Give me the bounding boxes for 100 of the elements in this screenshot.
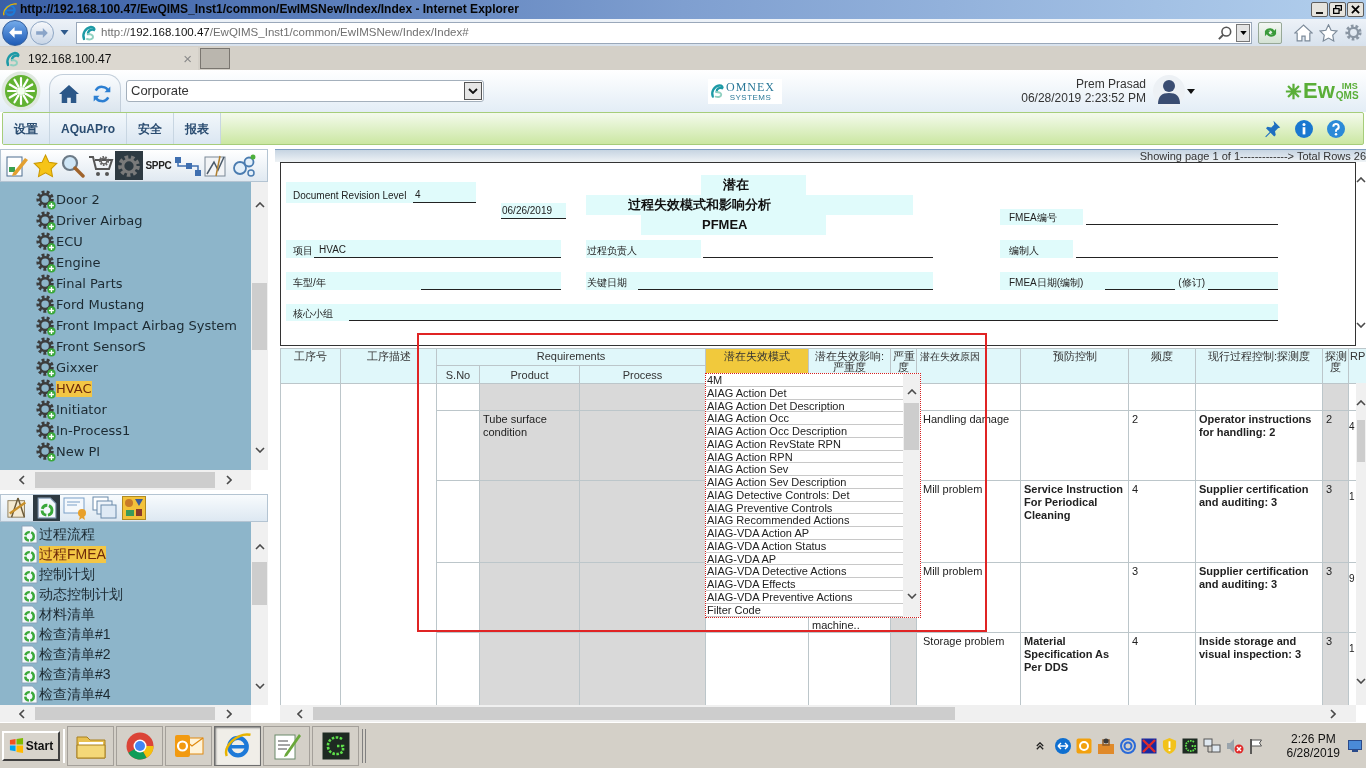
chevron-down-icon[interactable] xyxy=(1356,322,1366,328)
document-type-button[interactable] xyxy=(120,495,147,521)
column-header[interactable]: 频度 xyxy=(1128,348,1196,384)
close-button[interactable] xyxy=(1347,2,1364,17)
list-option[interactable]: AIAG-VDA Action Status xyxy=(706,539,903,553)
list-option[interactable]: AIAG Action Occ xyxy=(706,412,903,426)
tree-item[interactable]: Final Parts xyxy=(56,275,123,292)
menu-item[interactable]: AQuAPro xyxy=(50,113,127,144)
vertical-scrollbar[interactable] xyxy=(903,374,920,617)
chevron-left-icon[interactable] xyxy=(19,708,25,719)
list-option[interactable]: AIAG Action Det xyxy=(706,386,903,400)
list-option[interactable]: 4M xyxy=(706,374,903,387)
list-option[interactable]: AIAG-VDA Detective Actions xyxy=(706,565,903,579)
home-icon[interactable] xyxy=(1294,23,1313,42)
refresh-icon[interactable] xyxy=(92,83,112,104)
input-field[interactable]: HVAC xyxy=(314,243,561,258)
document-item[interactable]: 过程流程 xyxy=(39,525,95,543)
document-item[interactable]: 控制计划 xyxy=(39,565,95,583)
address-dropdown-button[interactable] xyxy=(1236,23,1250,42)
minimize-button[interactable] xyxy=(1311,2,1328,17)
column-header[interactable]: 探测度 xyxy=(1322,348,1349,384)
menu-item[interactable]: 报表 xyxy=(174,113,221,144)
list-option[interactable]: AIAG Action Sev xyxy=(706,463,903,477)
column-header[interactable]: 预防控制 xyxy=(1020,348,1129,384)
list-option[interactable]: AIAG Action Occ Description xyxy=(706,425,903,438)
document-type-button[interactable] xyxy=(33,495,60,521)
scrollbar-thumb[interactable] xyxy=(904,403,919,450)
horizontal-scrollbar[interactable] xyxy=(280,705,1356,722)
list-option[interactable]: AIAG-VDA AP xyxy=(706,552,903,566)
column-header[interactable]: 工序描述 xyxy=(340,348,437,384)
address-field[interactable]: http://192.168.100.47/EwQIMS_Inst1/common/EwIMSNew/Index/Index# xyxy=(76,21,1252,44)
list-option[interactable]: AIAG Action Det Description xyxy=(706,399,903,413)
chevron-down-icon[interactable] xyxy=(1356,678,1366,684)
restore-button[interactable] xyxy=(1329,2,1346,17)
info-icon[interactable] xyxy=(1295,119,1313,138)
column-header[interactable]: 现行过程控制:探测度 xyxy=(1195,348,1323,384)
tree-item[interactable]: Initiator xyxy=(56,401,107,418)
scrollbar-thumb[interactable] xyxy=(1357,420,1365,462)
list-option[interactable]: AIAG-VDA Effects xyxy=(706,578,903,591)
list-option[interactable]: AIAG Action Sev Description xyxy=(706,476,903,489)
column-header[interactable]: 工序号 xyxy=(280,348,341,384)
chevron-up-icon[interactable] xyxy=(254,202,265,208)
chevron-right-icon[interactable] xyxy=(226,475,232,485)
list-option[interactable]: AIAG-VDA Preventive Actions xyxy=(706,591,903,604)
list-option[interactable]: AIAG Action RevState RPN xyxy=(706,437,903,451)
avatar-icon[interactable] xyxy=(1153,75,1185,107)
scrollbar-thumb[interactable] xyxy=(35,707,215,720)
chevron-down-icon[interactable] xyxy=(254,683,265,689)
module-tab[interactable]: SPPC xyxy=(143,151,174,180)
tree-item[interactable]: ECU xyxy=(56,233,83,250)
tree-item[interactable]: In-Process1 xyxy=(56,422,131,439)
tree-item[interactable]: Front SensorS xyxy=(56,338,146,355)
document-item[interactable]: 检查清单#2 xyxy=(39,645,111,663)
scrollbar-thumb[interactable] xyxy=(252,283,267,350)
document-item[interactable]: 检查清单#1 xyxy=(39,625,111,643)
grid-tile-icon[interactable] xyxy=(1140,737,1157,754)
chevron-right-icon[interactable] xyxy=(226,708,232,719)
column-header[interactable]: 潜在失效原因 xyxy=(916,348,1021,384)
site-select[interactable]: Corporate xyxy=(126,80,484,102)
list-option[interactable]: AIAG Action RPN xyxy=(706,450,903,464)
document-item[interactable]: 检查清单#3 xyxy=(39,665,111,683)
list-option[interactable]: AIAG Detective Controls: Det xyxy=(706,488,903,502)
list-option[interactable]: AIAG-VDA Action AP xyxy=(706,527,903,540)
swirl-icon[interactable] xyxy=(1119,737,1136,754)
tree-item[interactable]: Driver Airbag xyxy=(56,212,143,229)
speaker-muted-icon[interactable] xyxy=(1225,737,1244,754)
document-item[interactable]: 过程FMEA xyxy=(39,545,106,563)
chevron-down-icon[interactable] xyxy=(906,593,917,599)
settings-icon[interactable] xyxy=(1344,23,1363,42)
chevron-left-icon[interactable] xyxy=(297,708,303,719)
chevron-down-icon[interactable] xyxy=(254,447,265,453)
tree-item[interactable]: New PI xyxy=(56,443,101,460)
column-header[interactable]: Requirements xyxy=(436,348,706,366)
chevron-up-icon[interactable] xyxy=(906,389,917,395)
desktop-icon[interactable] xyxy=(1348,739,1362,752)
tree-item[interactable]: HVAC xyxy=(56,380,92,397)
chevron-up-icon[interactable] xyxy=(1356,400,1366,406)
browser-tab[interactable]: 192.168.100.47 × xyxy=(0,47,198,70)
search-icon[interactable] xyxy=(1218,25,1232,40)
chevron-up-icon[interactable] xyxy=(1035,741,1044,750)
vertical-scrollbar[interactable] xyxy=(251,182,268,470)
scrollbar-thumb[interactable] xyxy=(35,472,215,488)
tree-item[interactable]: Gixxer xyxy=(56,359,98,376)
caret-down-icon[interactable] xyxy=(1187,88,1195,94)
back-button[interactable] xyxy=(2,19,28,46)
taskbar-app-button[interactable] xyxy=(312,725,359,766)
input-field[interactable]: 4 xyxy=(413,188,476,203)
scrollbar-thumb[interactable] xyxy=(313,707,955,720)
horizontal-scrollbar[interactable] xyxy=(0,705,251,722)
taskbar-app-button[interactable] xyxy=(214,725,261,766)
tree-item[interactable]: Ford Mustang xyxy=(56,296,145,313)
tree-item[interactable]: Front Impact Airbag System xyxy=(56,317,238,334)
document-item[interactable]: 材料清单 xyxy=(39,605,95,623)
star-icon[interactable] xyxy=(1319,23,1338,42)
list-option[interactable]: AIAG Recommended Actions xyxy=(706,514,903,528)
compatibility-button[interactable] xyxy=(1258,21,1282,44)
menu-item[interactable]: 安全 xyxy=(127,113,174,144)
chevron-up-icon[interactable] xyxy=(1356,177,1366,183)
date-field[interactable]: 06/26/2019 xyxy=(501,203,566,219)
pin-icon[interactable] xyxy=(1263,119,1281,138)
